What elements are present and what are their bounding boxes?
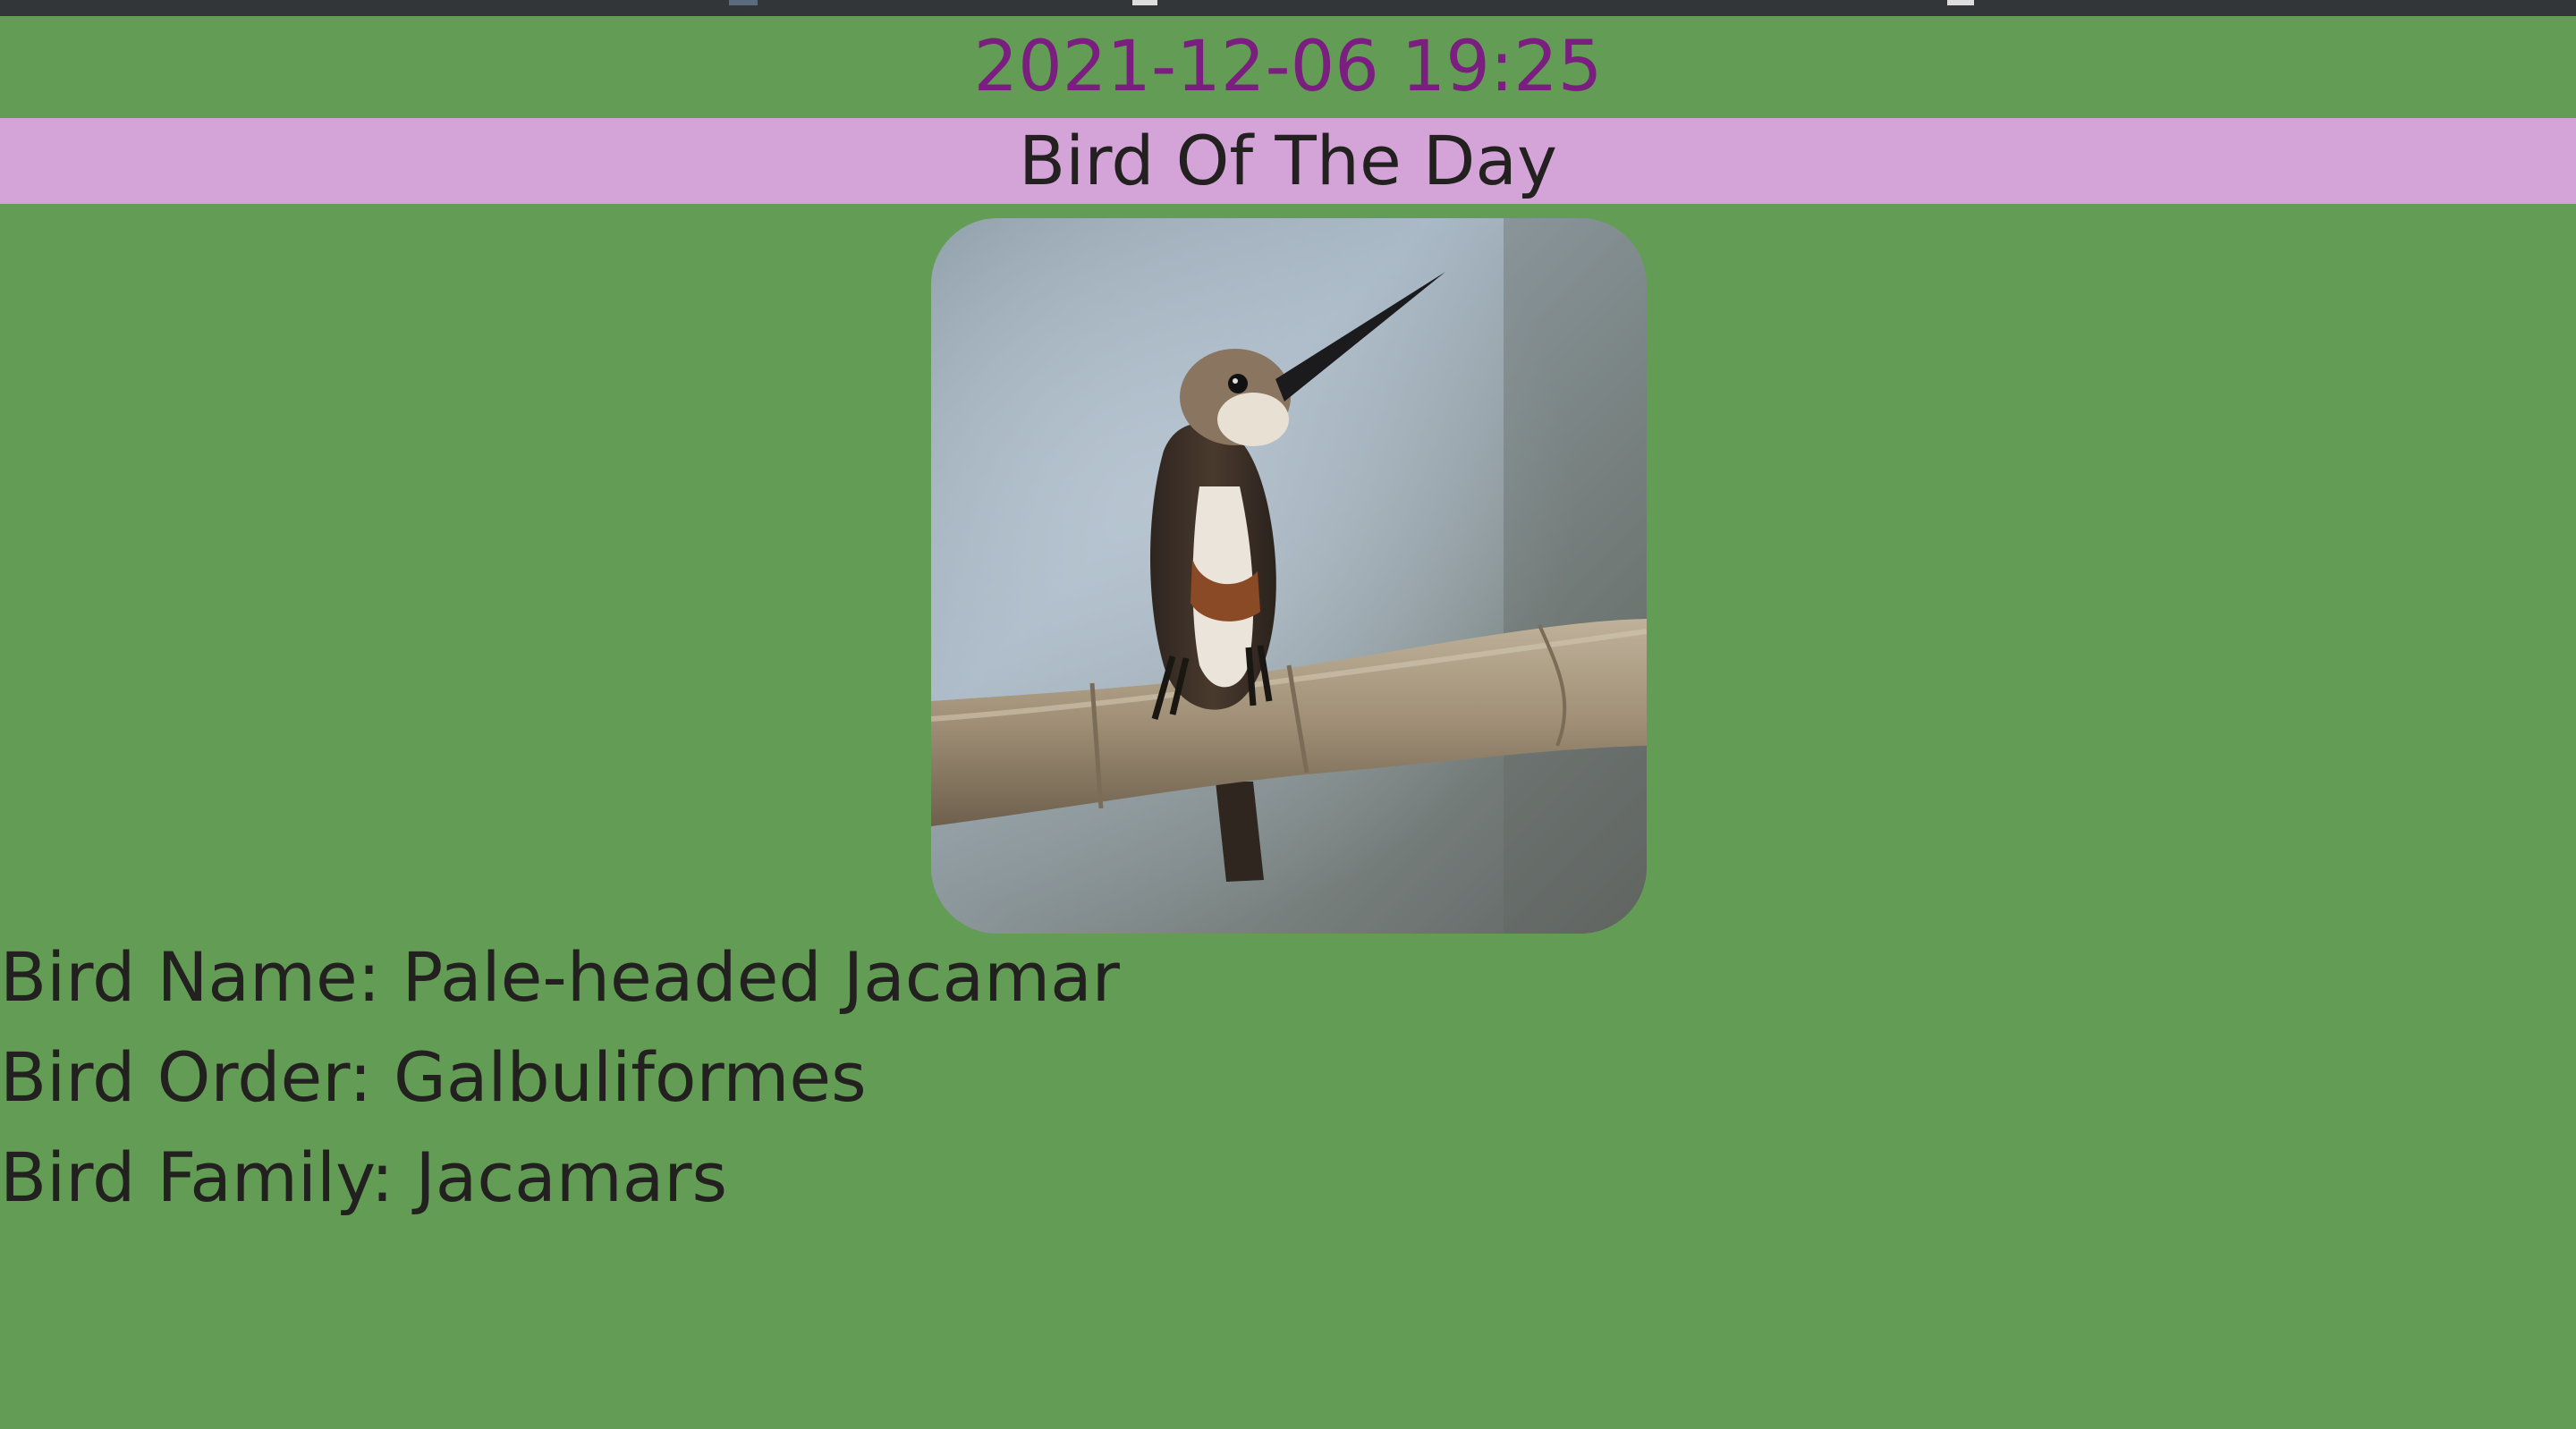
bird-order-line: Bird Order: Galbuliformes	[0, 1037, 867, 1117]
page-title-banner: Bird Of The Day	[0, 118, 2576, 204]
datetime-header: 2021-12-06 19:25	[973, 27, 1603, 107]
bird-photo	[931, 218, 1647, 934]
bird-photo-graphic	[931, 218, 1647, 934]
top-strip-blip	[1132, 0, 1157, 5]
top-strip-blip	[1947, 0, 1974, 5]
top-strip-blip	[729, 0, 758, 5]
bird-family-line: Bird Family: Jacamars	[0, 1137, 728, 1217]
browser-top-strip	[0, 0, 2576, 16]
bird-name-line: Bird Name: Pale-headed Jacamar	[0, 937, 1120, 1017]
